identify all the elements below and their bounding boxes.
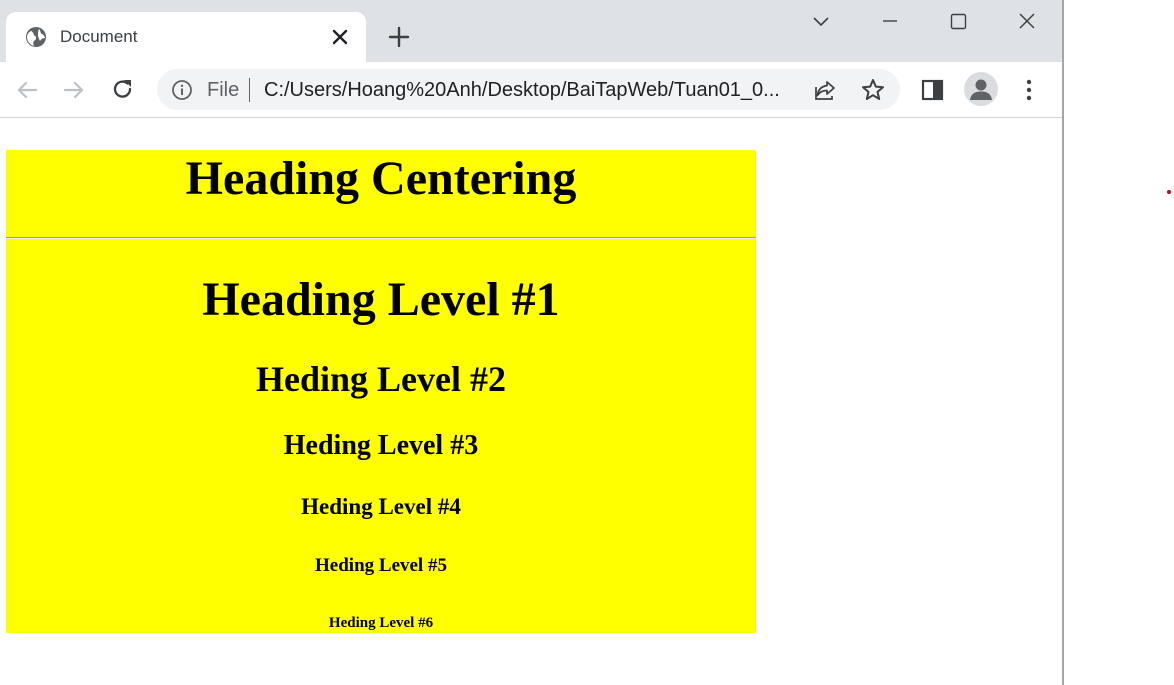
heading-level-3: Heding Level #3 (283, 430, 479, 461)
desktop-dot (1167, 190, 1171, 194)
share-icon[interactable] (813, 78, 837, 102)
close-window-icon[interactable] (1013, 8, 1041, 36)
browser-window: Document File C:/Users/Hoang%20Anh/Deskt… (0, 0, 1064, 685)
scheme-label: File (207, 79, 240, 101)
side-panel-icon[interactable] (920, 77, 946, 103)
yellow-content-box: Heading Centering Heading Level #1 Hedin… (6, 150, 756, 633)
tab-title: Document (60, 27, 138, 46)
maximize-icon[interactable] (944, 8, 972, 36)
tab-strip: Document (0, 0, 1062, 62)
person-icon (970, 79, 992, 100)
heading-centering: Heading Centering (185, 152, 577, 205)
avatar-icon[interactable] (964, 72, 998, 106)
heading-level-5: Heding Level #5 (315, 555, 447, 576)
address-bar[interactable]: File C:/Users/Hoang%20Anh/Desktop/BaiTap… (157, 69, 900, 110)
arrow-right-icon[interactable] (61, 77, 87, 103)
heading-level-6: Heding Level #6 (328, 615, 434, 631)
toolbar: File C:/Users/Hoang%20Anh/Desktop/BaiTap… (0, 62, 1062, 118)
new-tab-plus-icon[interactable] (386, 24, 412, 50)
tab-document[interactable]: Document (6, 12, 366, 62)
close-icon[interactable] (330, 27, 350, 47)
omnibox-separator (249, 78, 250, 102)
heading-level-2: Heding Level #2 (256, 359, 506, 399)
url-text[interactable]: C:/Users/Hoang%20Anh/Desktop/BaiTapWeb/T… (264, 78, 780, 102)
arrow-left-icon[interactable] (14, 77, 40, 103)
heading-level-4: Heding Level #4 (301, 494, 461, 519)
globe-icon (26, 27, 46, 47)
page-viewport: Heading Centering Heading Level #1 Hedin… (0, 118, 1062, 685)
heading-level-1: Heading Level #1 (202, 273, 560, 326)
horizontal-rule (6, 237, 756, 239)
reload-icon[interactable] (110, 77, 136, 103)
info-icon[interactable] (171, 79, 193, 101)
chevron-down-icon[interactable] (807, 8, 835, 36)
kebab-menu-icon[interactable] (1016, 77, 1042, 103)
minimize-icon[interactable] (876, 8, 904, 36)
star-icon[interactable] (860, 77, 886, 103)
